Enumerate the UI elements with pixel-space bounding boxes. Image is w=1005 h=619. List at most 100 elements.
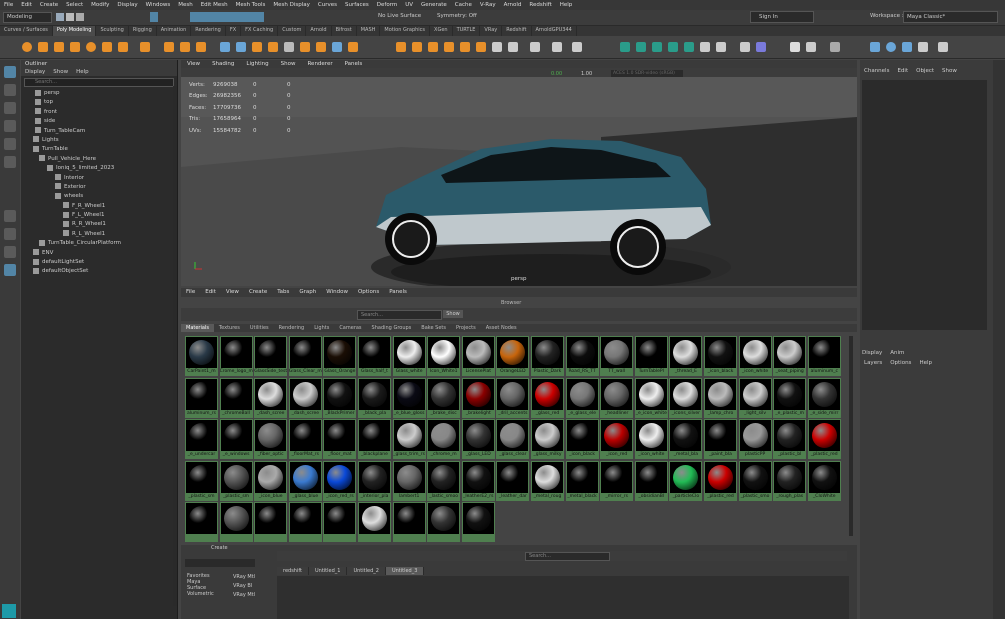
shelf-tab[interactable]: Rendering <box>191 26 226 36</box>
insert-loop-icon[interactable] <box>492 42 502 52</box>
node-editor-area[interactable] <box>277 576 849 619</box>
move-tool-icon[interactable] <box>4 120 16 132</box>
layout-four-icon[interactable] <box>4 228 16 240</box>
viewport-menu-item[interactable]: Shading <box>206 60 240 68</box>
layer-tab-anim[interactable]: Anim <box>890 350 904 356</box>
outliner-row[interactable]: Interior <box>21 174 177 183</box>
poly-cube-icon[interactable] <box>38 42 48 52</box>
bridge-icon[interactable] <box>332 42 342 52</box>
material-swatch[interactable]: _icons_silver <box>669 377 703 418</box>
browser-scrollbar[interactable] <box>849 336 853 536</box>
menu-item-create[interactable]: Create <box>36 2 62 8</box>
material-swatch[interactable]: _BlackPrimer <box>323 377 357 418</box>
sign-in-button[interactable]: Sign In <box>750 11 814 23</box>
material-swatch[interactable]: _plastic_smo <box>738 460 772 501</box>
material-swatch[interactable]: Glass_Orange <box>323 336 357 376</box>
scale-tool-icon[interactable] <box>4 156 16 168</box>
menu-item-windows[interactable]: Windows <box>142 2 175 8</box>
material-swatch[interactable]: TT_wall <box>600 336 634 376</box>
extrude-icon[interactable] <box>300 42 310 52</box>
material-swatch[interactable]: _rough_plas <box>773 460 807 501</box>
outliner-row[interactable]: wheels <box>21 192 177 201</box>
viewport-menu-item[interactable]: Panels <box>339 60 369 68</box>
material-swatch[interactable]: _mirror_rs <box>600 460 634 501</box>
material-swatch[interactable] <box>323 502 357 542</box>
outliner-row[interactable]: Lights <box>21 136 177 145</box>
browser-tab[interactable]: Materials <box>181 324 214 332</box>
platonic-icon[interactable] <box>140 42 150 52</box>
material-swatch[interactable]: Glass_half_t <box>358 336 391 376</box>
color-space-select[interactable]: ACES 1.0 SDR-video (sRGB) <box>611 70 683 77</box>
shelf-tab[interactable]: MASH <box>357 26 381 36</box>
curve-tool-icon[interactable] <box>870 42 880 52</box>
outliner-menu-help[interactable]: Help <box>76 69 89 75</box>
new-scene-icon[interactable] <box>56 13 64 21</box>
material-swatch[interactable]: Plastic_Dark <box>531 336 564 376</box>
bevel-icon[interactable] <box>316 42 326 52</box>
lasso-tool-icon[interactable] <box>4 84 16 96</box>
menu-item-edit-mesh[interactable]: Edit Mesh <box>197 2 232 8</box>
connect-icon[interactable] <box>460 42 470 52</box>
channel-box-menu-item[interactable]: Channels <box>864 68 889 74</box>
material-swatch[interactable]: _glass_trim_rs <box>392 419 426 459</box>
rotate-tool-icon[interactable] <box>4 138 16 150</box>
outliner-row[interactable]: ENV <box>21 249 177 258</box>
material-swatch[interactable]: _dash_scree <box>254 377 288 418</box>
material-swatch[interactable]: _lamp_chro <box>704 377 737 418</box>
node-editor-tab[interactable]: Untitled_1 <box>309 567 348 575</box>
outliner-row[interactable]: defaultObjectSet <box>21 267 177 276</box>
material-swatch[interactable]: _glass_red <box>531 377 564 418</box>
node-editor-tab[interactable]: Untitled_2 <box>347 567 386 575</box>
material-swatch[interactable]: _e_glass_ele <box>565 377 599 418</box>
boolean-icon[interactable] <box>268 42 278 52</box>
merge-icon[interactable] <box>428 42 438 52</box>
shelf-tab[interactable]: VRay <box>480 26 503 36</box>
uv-layout-icon[interactable] <box>636 42 646 52</box>
shelf-tab[interactable]: Curves / Surfaces <box>0 26 53 36</box>
attribute-side-tabs[interactable] <box>993 60 1005 619</box>
browser-search-input[interactable]: Search... <box>357 310 442 320</box>
material-swatch[interactable]: Road_RS_TT <box>565 336 599 376</box>
uv-checker-icon[interactable] <box>756 42 766 52</box>
browser-tab[interactable]: Projects <box>451 324 481 332</box>
material-swatch[interactable]: _plastic_sm <box>219 460 253 501</box>
material-swatch[interactable]: _dash_scree <box>288 377 322 418</box>
menu-item-select[interactable]: Select <box>62 2 87 8</box>
outliner-row[interactable]: TurnTable_CircularPlatform <box>21 239 177 248</box>
browser-menu-item[interactable]: Create <box>244 288 272 297</box>
extra-tool-icon[interactable] <box>938 42 948 52</box>
browser-menu-item[interactable]: Options <box>353 288 384 297</box>
material-swatch[interactable]: Icon_White1 <box>427 336 461 376</box>
material-swatch[interactable]: Glass_Clear_m <box>288 336 322 376</box>
material-swatch[interactable]: _icon_black <box>704 336 737 376</box>
material-swatch[interactable]: _plastic_bl <box>773 419 807 459</box>
viewport-scene[interactable]: Verts: 9269038 0 0 Edges: 26982356 0 0 Faces: 177… <box>181 77 857 286</box>
outliner-row[interactable]: persp <box>21 89 177 98</box>
menu-item-redshift[interactable]: Redshift <box>525 2 555 8</box>
material-swatch[interactable] <box>392 502 426 542</box>
uv-unfold-icon[interactable] <box>716 42 726 52</box>
material-swatch[interactable]: _metal_black <box>565 460 599 501</box>
viewport-menu-item[interactable]: Renderer <box>301 60 338 68</box>
poly-cone-icon[interactable] <box>70 42 80 52</box>
material-swatch[interactable]: _e_blue_gloss <box>392 377 426 418</box>
material-swatch[interactable]: _glass_LED <box>461 419 495 459</box>
material-swatch[interactable]: _icon_red_rs <box>323 460 357 501</box>
material-swatch[interactable]: _leatherE2_rs <box>461 460 495 501</box>
material-swatch[interactable]: _blackplane <box>358 419 391 459</box>
poly-cylinder-icon[interactable] <box>54 42 64 52</box>
shelf-tab[interactable]: Arnold <box>306 26 332 36</box>
split-icon[interactable] <box>412 42 422 52</box>
append-icon[interactable] <box>348 42 358 52</box>
material-swatch[interactable] <box>461 502 495 542</box>
outliner-row[interactable]: F_R_Wheel1 <box>21 202 177 211</box>
material-swatch[interactable]: _headliner <box>600 377 634 418</box>
material-swatch[interactable]: _glass_milky <box>531 419 564 459</box>
outliner-menu-show[interactable]: Show <box>53 69 68 75</box>
material-swatch[interactable]: _plastic_red <box>807 419 841 459</box>
browser-menu-item[interactable]: Window <box>321 288 353 297</box>
menu-item-uv[interactable]: UV <box>401 2 417 8</box>
material-swatch[interactable]: _icon_white <box>738 336 772 376</box>
browser-tab[interactable]: Asset Nodes <box>481 324 522 332</box>
material-swatch[interactable]: _obsidianBl <box>634 460 668 501</box>
